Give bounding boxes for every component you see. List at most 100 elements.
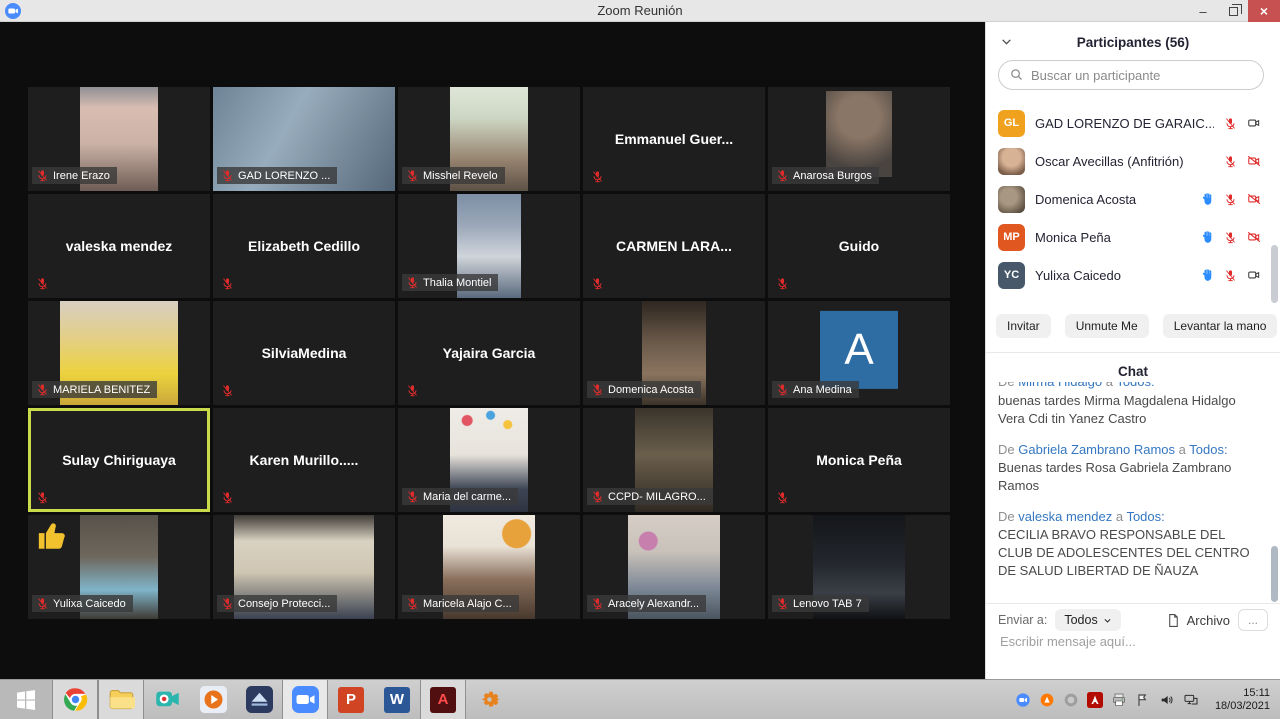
video-tile[interactable]: AAna Medina [768, 301, 950, 405]
tile-name-label: GAD LORENZO ... [217, 167, 337, 184]
thumbs-up-icon [36, 519, 72, 555]
video-tile[interactable]: valeska mendez [28, 194, 210, 298]
video-tile[interactable]: Karen Murillo..... [213, 408, 395, 512]
video-tile[interactable]: Lenovo TAB 7 [768, 515, 950, 619]
side-panel: Participantes (56) GLGAD LORENZO DE GARA… [985, 22, 1280, 679]
participant-row[interactable]: GLGAD LORENZO DE GARAIC... (Yo) [986, 104, 1274, 142]
tile-participant-name: CARMEN LARA... [583, 194, 765, 298]
window-title: Zoom Reunión [0, 3, 1280, 18]
video-tile[interactable]: Domenica Acosta [583, 301, 765, 405]
video-tile[interactable]: Elizabeth Cedillo [213, 194, 395, 298]
more-options-button[interactable]: ... [1238, 609, 1268, 631]
video-tile[interactable]: Maria del carme... [398, 408, 580, 512]
tray-acrobat-icon[interactable] [1087, 692, 1103, 708]
mic-muted-icon [36, 597, 49, 610]
tray-icons [1015, 692, 1199, 708]
restore-button[interactable] [1218, 0, 1248, 22]
video-tile[interactable]: Consejo Protecci... [213, 515, 395, 619]
participant-name: Monica Peña [1035, 230, 1191, 245]
chat-messages: De Mirma Hidalgo a Todos:buenas tardes M… [998, 382, 1258, 600]
video-tile[interactable]: Thalia Montiel [398, 194, 580, 298]
avatar: GL [998, 110, 1025, 137]
tray-flag-icon[interactable] [1135, 692, 1151, 708]
tile-name-label: Aracely Alexandr... [587, 595, 706, 612]
participant-row[interactable]: YCYulixa Caicedo [986, 256, 1274, 294]
start-button[interactable] [0, 680, 52, 719]
close-button[interactable]: × [1248, 0, 1280, 22]
levantar-la-mano-button[interactable]: Levantar la mano [1163, 314, 1278, 338]
participant-row[interactable]: Oscar Avecillas (Anfitrión) [986, 142, 1274, 180]
tray-printer-icon[interactable] [1111, 692, 1127, 708]
participant-row[interactable]: Domenica Acosta [986, 180, 1274, 218]
video-tile[interactable]: CCPD- MILAGRO... [583, 408, 765, 512]
taskbar-chrome-icon[interactable] [52, 680, 98, 719]
mic-muted-icon [36, 491, 49, 504]
video-tile[interactable]: Sulay Chiriguaya [28, 408, 210, 512]
unmute-me-button[interactable]: Unmute Me [1065, 314, 1149, 338]
tray-time: 15:11 [1215, 687, 1270, 700]
system-tray: 15:11 18/03/2021 [1015, 680, 1280, 719]
video-tile[interactable]: Misshel Revelo [398, 87, 580, 191]
participants-scrollbar[interactable] [1271, 245, 1278, 303]
tray-zoom-icon[interactable] [1015, 692, 1031, 708]
chat-scrollbar[interactable] [1271, 546, 1278, 602]
tray-avast-icon[interactable] [1039, 692, 1055, 708]
chat-title: Chat [986, 364, 1280, 379]
tile-name-label: Domenica Acosta [587, 381, 701, 398]
video-tile[interactable]: Aracely Alexandr... [583, 515, 765, 619]
search-input[interactable] [998, 60, 1264, 90]
video-tile[interactable]: Emmanuel Guer... [583, 87, 765, 191]
mic-muted-icon [776, 597, 789, 610]
tile-participant-name: SilviaMedina [213, 301, 395, 405]
taskbar-acrobat-icon[interactable]: A [420, 680, 466, 719]
chevron-down-icon[interactable] [1000, 35, 1013, 48]
video-grid: Irene Erazo GAD LORENZO ... Misshel Revelo… [28, 87, 950, 619]
camera-off-icon [1246, 230, 1262, 244]
taskbar-clock[interactable]: 15:11 18/03/2021 [1215, 687, 1270, 713]
tile-participant-name: Aracely Alexandr... [608, 598, 699, 610]
zoom-app-window: Zoom Reunión – × Irene Erazo GAD LORENZO … [0, 0, 1280, 719]
video-tile[interactable]: SilviaMedina [213, 301, 395, 405]
tile-name-label: Anarosa Burgos [772, 167, 879, 184]
taskbar-media-player-icon[interactable] [190, 680, 236, 719]
video-tile[interactable]: GAD LORENZO ... [213, 87, 395, 191]
taskbar-zoom-icon[interactable] [282, 680, 328, 719]
video-tile[interactable]: Maricela Alajo C... [398, 515, 580, 619]
taskbar-scanner-icon[interactable] [236, 680, 282, 719]
taskbar-explorer-icon[interactable] [98, 680, 144, 719]
chat-message-body: Buenas tardes Rosa Gabriela Zambrano Ram… [998, 459, 1258, 495]
video-tile[interactable]: Yulixa Caicedo [28, 515, 210, 619]
video-tile[interactable]: Guido [768, 194, 950, 298]
raised-hand-icon [1201, 268, 1215, 282]
invitar-button[interactable]: Invitar [996, 314, 1051, 338]
taskbar-recorder-icon[interactable] [144, 680, 190, 719]
tray-network-icon[interactable] [1183, 692, 1199, 708]
taskbar-settings-icon[interactable] [466, 680, 512, 719]
taskbar-apps: PWA [0, 680, 512, 719]
file-button[interactable]: Archivo [1166, 613, 1230, 628]
mic-muted-icon [591, 383, 604, 396]
tile-participant-name: Emmanuel Guer... [583, 87, 765, 191]
chat-message-input[interactable] [998, 632, 1268, 672]
taskbar-word-icon[interactable]: W [374, 680, 420, 719]
tile-participant-name: Sulay Chiriguaya [28, 408, 210, 512]
video-tile[interactable]: Anarosa Burgos [768, 87, 950, 191]
minimize-button[interactable]: – [1188, 0, 1218, 22]
video-tile[interactable]: MARIELA BENITEZ [28, 301, 210, 405]
mic-muted-icon [1224, 155, 1237, 168]
tile-participant-name: Karen Murillo..... [213, 408, 395, 512]
send-to-dropdown[interactable]: Todos [1055, 609, 1120, 631]
participant-row[interactable]: MPMonica Peña [986, 218, 1274, 256]
taskbar: PWA 15:11 18/03/2021 [0, 679, 1280, 719]
tray-smadav-icon[interactable] [1063, 692, 1079, 708]
mic-muted-icon [591, 597, 604, 610]
video-tile[interactable]: Irene Erazo [28, 87, 210, 191]
taskbar-powerpoint-icon[interactable]: P [328, 680, 374, 719]
camera-on-icon [1246, 268, 1262, 282]
video-tile[interactable]: Yajaira Garcia [398, 301, 580, 405]
video-tile[interactable]: Monica Peña [768, 408, 950, 512]
tray-volume-icon[interactable] [1159, 692, 1175, 708]
video-tile[interactable]: CARMEN LARA... [583, 194, 765, 298]
mic-muted-icon [406, 276, 419, 289]
tile-name-label: Consejo Protecci... [217, 595, 337, 612]
